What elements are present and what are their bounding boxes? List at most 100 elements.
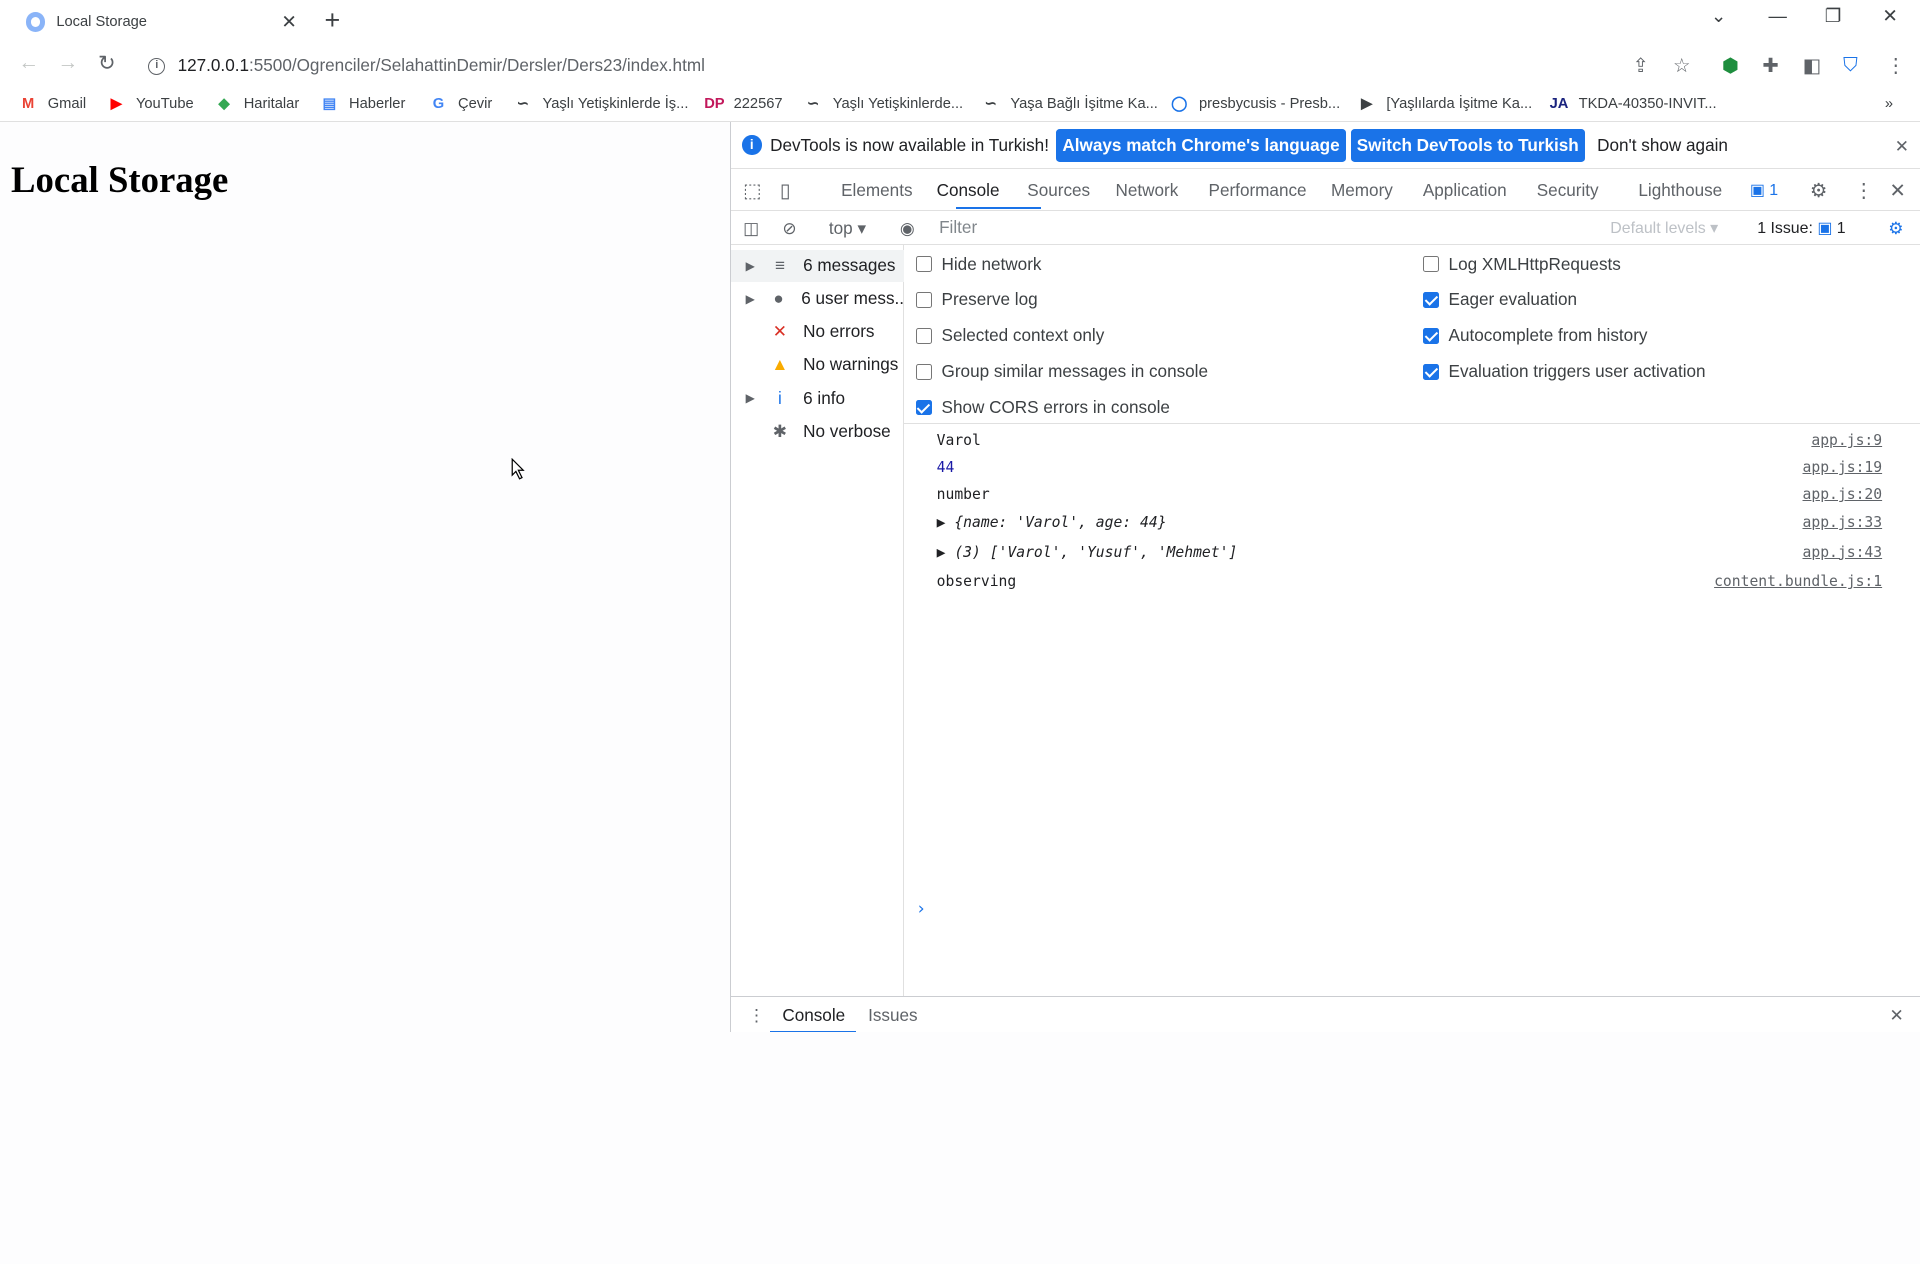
more-options-icon[interactable]: ⋮ (1854, 179, 1874, 203)
setting-option[interactable]: Eager evaluation (1422, 289, 1577, 310)
device-toolbar-icon[interactable]: ▯ (780, 179, 791, 203)
switch-language-button[interactable]: Switch DevTools to Turkish (1350, 128, 1585, 162)
live-expression-eye-icon[interactable]: ◉ (900, 218, 915, 239)
bookmark-item[interactable]: ◯ presbycusis - Presb... (1170, 96, 1340, 113)
side-panel-icon[interactable]: ◧ (1803, 54, 1822, 78)
tab-application[interactable]: Application (1423, 180, 1507, 201)
checkbox[interactable] (915, 327, 932, 344)
setting-option[interactable]: Hide network (915, 254, 1041, 275)
clear-console-icon[interactable]: ⊘ (782, 218, 796, 239)
bookmark-item[interactable]: M Gmail (18, 96, 86, 113)
extensions-icon[interactable]: ✚ (1762, 54, 1778, 78)
new-tab-icon[interactable]: + (325, 5, 341, 36)
match-language-button[interactable]: Always match Chrome's language (1056, 128, 1346, 162)
bookmarks-overflow-icon[interactable]: » (1885, 96, 1893, 112)
bookmark-item[interactable]: ▶ YouTube (107, 96, 194, 113)
console-source-link[interactable]: app.js:9 (1811, 432, 1882, 449)
setting-option[interactable]: Preserve log (915, 289, 1038, 310)
checkbox[interactable] (1422, 256, 1439, 272)
bookmark-favicon-icon: ▶ (110, 95, 122, 112)
address-bar[interactable]: 127.0.0.1:5500/Ogrenciler/SelahattinDemi… (178, 55, 705, 76)
setting-option[interactable]: Show CORS errors in console (915, 397, 1170, 418)
share-icon[interactable]: ⇪ (1633, 54, 1649, 78)
expand-arrow-icon[interactable]: ▶ (746, 292, 760, 306)
checkbox[interactable] (1422, 327, 1439, 344)
checkbox[interactable] (915, 291, 932, 308)
bookmark-item[interactable]: DP 222567 (704, 96, 782, 113)
bookmark-item[interactable]: ∽ Yaşlı Yetişkinlerde... (803, 96, 963, 113)
tab-search-icon[interactable]: ⌄ (1711, 5, 1726, 27)
log-levels-dropdown[interactable]: Default levels ▾ (1610, 218, 1718, 238)
console-settings-gear-icon[interactable]: ⚙ (1888, 218, 1903, 239)
star-icon[interactable]: ☆ (1673, 54, 1691, 78)
bookmark-item[interactable]: ◆ Haritalar (214, 96, 299, 113)
reload-icon[interactable]: ↻ (98, 51, 115, 76)
sidebar-item-warnings[interactable]: ▲ No warnings (731, 349, 904, 381)
tab-performance[interactable]: Performance (1209, 180, 1307, 201)
restore-icon[interactable]: ❐ (1825, 5, 1841, 27)
minimize-icon[interactable]: — (1768, 5, 1786, 27)
tab-elements[interactable]: Elements (841, 180, 912, 201)
checkbox[interactable] (915, 363, 932, 380)
menu-icon[interactable]: ⋮ (1886, 54, 1906, 78)
setting-option[interactable]: Group similar messages in console (915, 361, 1208, 382)
back-icon[interactable]: ← (18, 51, 39, 75)
tab-lighthouse[interactable]: Lighthouse (1638, 180, 1722, 201)
issues-counter[interactable]: 1 Issue: ▣ 1 (1757, 218, 1845, 238)
console-message-text[interactable]: ▶ {name: 'Varol', age: 44} (937, 514, 1167, 531)
sidebar-toggle-icon[interactable]: ◫ (743, 218, 759, 239)
issues-badge[interactable]: ▣ 1 (1750, 180, 1778, 200)
inspect-element-icon[interactable]: ⬚ (743, 179, 762, 203)
tab-console[interactable]: Console (937, 180, 1000, 201)
console-source-link[interactable]: app.js:33 (1803, 514, 1883, 531)
forward-icon[interactable]: → (58, 51, 79, 75)
sidebar-item-errors[interactable]: ✕ No errors (731, 316, 904, 348)
drawer-menu-icon[interactable]: ⋮ (748, 1005, 765, 1026)
sidebar-item-verbose[interactable]: ✱ No verbose (731, 415, 904, 447)
security-extension-icon[interactable]: ⛉ (1843, 54, 1858, 77)
close-devtools-icon[interactable]: ✕ (1889, 179, 1905, 203)
sidebar-item-info[interactable]: ▶ i 6 info (731, 382, 904, 414)
bookmark-item[interactable]: ▶ [Yaşlılarda İşitme Ka... (1357, 96, 1532, 113)
console-filter-input[interactable] (939, 213, 1589, 243)
close-window-icon[interactable]: ✕ (1882, 5, 1897, 27)
checkbox[interactable] (915, 399, 932, 416)
setting-option[interactable]: Log XMLHttpRequests (1422, 254, 1621, 275)
checkbox[interactable] (1422, 291, 1439, 308)
close-tab-icon[interactable]: ✕ (277, 11, 301, 33)
shield-extension-icon[interactable]: ⬢ (1722, 54, 1739, 78)
drawer-tab-issues[interactable]: Issues (868, 1005, 918, 1026)
bookmark-item[interactable]: G Çevir (429, 96, 493, 113)
setting-option[interactable]: Evaluation triggers user activation (1422, 361, 1706, 382)
console-source-link[interactable]: app.js:19 (1803, 459, 1883, 476)
bookmark-item[interactable]: ∽ Yaşlı Yetişkinlerde İş... (513, 96, 689, 113)
tab-sources[interactable]: Sources (1027, 180, 1090, 201)
bookmark-item[interactable]: JA TKDA-40350-INVIT... (1549, 96, 1717, 113)
tab-memory[interactable]: Memory (1331, 180, 1393, 201)
context-selector[interactable]: top ▾ (829, 218, 866, 239)
checkbox[interactable] (1422, 363, 1439, 380)
drawer-tab-console[interactable]: Console (782, 1005, 845, 1026)
console-message-text[interactable]: ▶ (3) ['Varol', 'Yusuf', 'Mehmet'] (937, 544, 1238, 561)
setting-option[interactable]: Selected context only (915, 325, 1104, 346)
console-source-link[interactable]: app.js:20 (1803, 486, 1883, 503)
site-info-icon[interactable]: i (148, 57, 166, 75)
console-source-link[interactable]: app.js:43 (1803, 544, 1883, 561)
close-infobar-icon[interactable]: ✕ (1895, 136, 1909, 157)
sidebar-item-user-messages[interactable]: ▶ ● 6 user mess... (731, 283, 904, 315)
settings-gear-icon[interactable]: ⚙ (1810, 179, 1828, 203)
console-source-link[interactable]: content.bundle.js:1 (1714, 573, 1882, 590)
bookmark-item[interactable]: ∽ Yaşa Bağlı İşitme Ka... (981, 96, 1158, 113)
tab-network[interactable]: Network (1115, 180, 1178, 201)
expand-arrow-icon[interactable]: ▶ (746, 391, 761, 405)
expand-arrow-icon[interactable]: ▶ (746, 259, 761, 273)
setting-option[interactable]: Autocomplete from history (1422, 325, 1647, 346)
bookmark-item[interactable]: ▤ Haberler (320, 96, 405, 113)
dont-show-again-button[interactable]: Don't show again (1597, 135, 1728, 156)
browser-tab[interactable]: Local Storage ✕ (10, 2, 314, 41)
close-drawer-icon[interactable]: ✕ (1889, 1005, 1903, 1026)
console-prompt[interactable]: › (916, 899, 926, 919)
tab-security[interactable]: Security (1537, 180, 1599, 201)
sidebar-item-messages[interactable]: ▶ ≡ 6 messages (730, 249, 904, 282)
checkbox[interactable] (915, 256, 932, 272)
